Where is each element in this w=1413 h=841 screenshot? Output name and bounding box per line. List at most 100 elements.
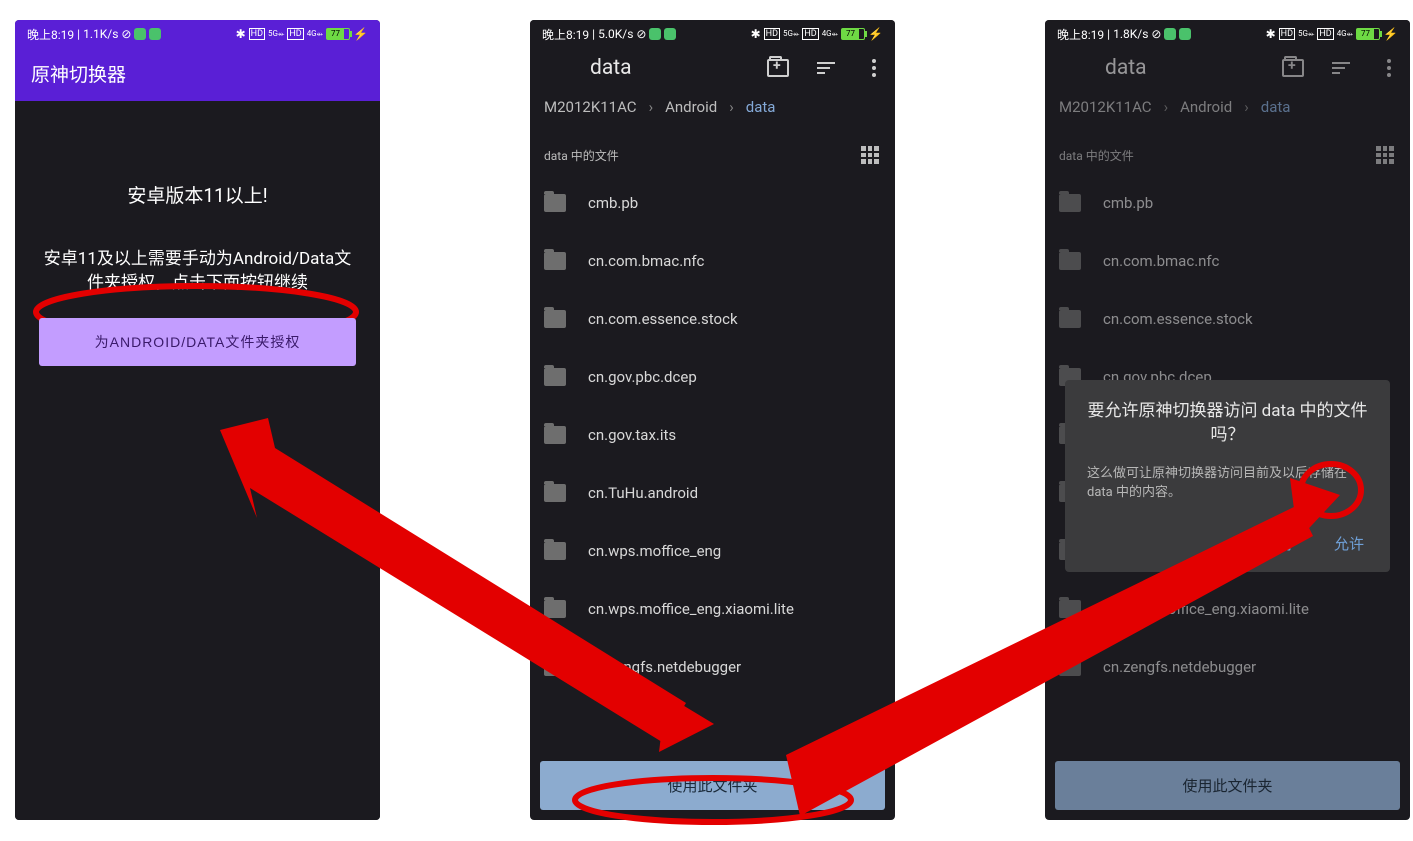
section-label-text: data 中的文件 <box>1059 147 1134 164</box>
use-folder-button[interactable]: 使用此文件夹 <box>1055 761 1400 810</box>
breadcrumb-item[interactable]: M2012K11AC <box>1059 98 1152 116</box>
folder-item[interactable]: cn.com.essence.stock <box>530 290 895 348</box>
chevron-right-icon: › <box>649 98 654 116</box>
cancel-button[interactable]: 取消 <box>1258 527 1296 560</box>
folder-item[interactable]: cn.gov.pbc.dcep <box>530 348 895 406</box>
folder-item[interactable]: cn.zengfs.netdebugger <box>530 638 895 696</box>
folder-item[interactable]: cmb.pb <box>1045 174 1410 232</box>
signal-icon: 5G⬴ <box>268 29 284 39</box>
charging-icon: ⚡ <box>868 27 883 41</box>
folder-name: cmb.pb <box>1103 194 1153 212</box>
more-icon[interactable] <box>863 57 885 79</box>
folder-item[interactable]: cn.wps.moffice_eng <box>530 522 895 580</box>
folder-icon <box>544 484 566 502</box>
folder-icon <box>544 368 566 386</box>
battery-icon: 77 <box>1356 28 1380 40</box>
breadcrumb-item[interactable]: Android <box>665 98 717 116</box>
hamburger-icon[interactable] <box>540 57 562 79</box>
folder-title: data <box>590 56 739 80</box>
folder-name: cmb.pb <box>588 194 638 212</box>
file-list: cmb.pb cn.com.bmac.nfc cn.com.essence.st… <box>530 174 895 753</box>
hd-icon-2: HD <box>802 28 818 40</box>
phone-screenshot-1: 晚上8:19 | 1.1K/s ⊘ ✱ HD 5G⬴ HD 4G⬴ 77 ⚡ 原… <box>15 20 380 820</box>
folder-item[interactable]: cn.TuHu.android <box>530 464 895 522</box>
dnd-icon: ⊘ <box>1151 27 1161 41</box>
charging-icon: ⚡ <box>353 27 368 41</box>
hamburger-icon[interactable] <box>1055 57 1077 79</box>
sort-icon[interactable] <box>1330 57 1352 79</box>
folder-item[interactable]: cn.gov.tax.its <box>530 406 895 464</box>
chevron-right-icon: › <box>1244 98 1249 116</box>
folder-name: cn.wps.moffice_eng <box>588 542 721 560</box>
signal-icon: 5G⬴ <box>783 29 799 39</box>
instruction-text: 安卓11及以上需要手动为Android/Data文件夹授权，点击下面按钮继续 <box>39 248 356 296</box>
app-body: 安卓版本11以上! 安卓11及以上需要手动为Android/Data文件夹授权，… <box>15 101 380 820</box>
folder-item[interactable]: cn.com.bmac.nfc <box>1045 232 1410 290</box>
section-header: data 中的文件 <box>1045 126 1410 174</box>
folder-icon <box>544 658 566 676</box>
permission-dialog: 要允许原神切换器访问 data 中的文件吗？ 这么做可让原神切换器访问目前及以后… <box>1065 380 1390 572</box>
folder-item[interactable]: cn.com.bmac.nfc <box>530 232 895 290</box>
signal-icon-2: 4G⬴ <box>1337 29 1353 39</box>
status-bar: 晚上8:19 | 1.1K/s ⊘ ✱ HD 5G⬴ HD 4G⬴ 77 ⚡ <box>15 20 380 48</box>
new-folder-icon[interactable] <box>767 57 789 79</box>
status-time: 晚上8:19 <box>1057 26 1104 43</box>
sort-icon[interactable] <box>815 57 837 79</box>
status-time: 晚上8:19 <box>542 26 589 43</box>
dialog-title: 要允许原神切换器访问 data 中的文件吗？ <box>1087 400 1368 448</box>
folder-name: cn.TuHu.android <box>588 484 698 502</box>
allow-button[interactable]: 允许 <box>1330 527 1368 560</box>
status-bar: 晚上8:19 | 1.8K/s ⊘ ✱ HD 5G⬴ HD 4G⬴ 77 ⚡ <box>1045 20 1410 48</box>
file-browser-header: data <box>530 48 895 88</box>
folder-item[interactable]: cn.zengfs.netdebugger <box>1045 638 1410 696</box>
breadcrumb-current[interactable]: data <box>746 98 776 116</box>
folder-icon <box>1059 310 1081 328</box>
breadcrumb-current[interactable]: data <box>1261 98 1291 116</box>
folder-icon <box>544 600 566 618</box>
chat-icon-2 <box>1179 28 1191 40</box>
hd-icon: HD <box>764 28 780 40</box>
folder-name: cn.zengfs.netdebugger <box>1103 658 1256 676</box>
chevron-right-icon: › <box>1164 98 1169 116</box>
folder-name: cn.wps.moffice_eng.xiaomi.lite <box>1103 600 1309 618</box>
chevron-right-icon: › <box>729 98 734 116</box>
folder-name: cn.com.essence.stock <box>1103 310 1253 328</box>
breadcrumb-item[interactable]: Android <box>1180 98 1232 116</box>
grid-view-icon[interactable] <box>1374 144 1396 166</box>
dialog-overlay: 要允许原神切换器访问 data 中的文件吗？ 这么做可让原神切换器访问目前及以后… <box>1045 360 1410 592</box>
dnd-icon: ⊘ <box>121 27 131 41</box>
phone-screenshot-2: 晚上8:19 | 5.0K/s ⊘ ✱ HD 5G⬴ HD 4G⬴ 77 ⚡ d… <box>530 20 895 820</box>
section-label-text: data 中的文件 <box>544 147 619 164</box>
signal-icon-2: 4G⬴ <box>307 29 323 39</box>
folder-icon <box>544 542 566 560</box>
folder-item[interactable]: cn.com.essence.stock <box>1045 290 1410 348</box>
chat-icon <box>1164 28 1176 40</box>
status-speed: 5.0K/s <box>598 27 633 41</box>
app-title: 原神切换器 <box>31 63 126 86</box>
status-bar: 晚上8:19 | 5.0K/s ⊘ ✱ HD 5G⬴ HD 4G⬴ 77 ⚡ <box>530 20 895 48</box>
file-browser-header: data <box>1045 48 1410 88</box>
chat-icon-2 <box>664 28 676 40</box>
bluetooth-icon: ✱ <box>236 27 246 41</box>
new-folder-icon[interactable] <box>1282 57 1304 79</box>
chat-icon <box>649 28 661 40</box>
folder-name: cn.com.bmac.nfc <box>1103 252 1219 270</box>
phone-screenshot-3: 晚上8:19 | 1.8K/s ⊘ ✱ HD 5G⬴ HD 4G⬴ 77 ⚡ d… <box>1045 20 1410 820</box>
hd-icon-2: HD <box>287 28 303 40</box>
status-time: 晚上8:19 <box>27 26 74 43</box>
battery-icon: 77 <box>326 28 350 40</box>
dialog-message: 这么做可让原神切换器访问目前及以后存储在 data 中的内容。 <box>1087 464 1368 503</box>
bluetooth-icon: ✱ <box>751 27 761 41</box>
folder-name: cn.gov.tax.its <box>588 426 676 444</box>
grid-view-icon[interactable] <box>859 144 881 166</box>
folder-item[interactable]: cmb.pb <box>530 174 895 232</box>
breadcrumb-item[interactable]: M2012K11AC <box>544 98 637 116</box>
more-icon[interactable] <box>1378 57 1400 79</box>
section-header: data 中的文件 <box>530 126 895 174</box>
status-speed: 1.1K/s <box>83 27 118 41</box>
authorize-button[interactable]: 为ANDROID/DATA文件夹授权 <box>39 318 356 366</box>
app-title-bar: 原神切换器 <box>15 48 380 101</box>
folder-item[interactable]: cn.wps.moffice_eng.xiaomi.lite <box>530 580 895 638</box>
folder-name: cn.com.essence.stock <box>588 310 738 328</box>
use-folder-button[interactable]: 使用此文件夹 <box>540 761 885 810</box>
